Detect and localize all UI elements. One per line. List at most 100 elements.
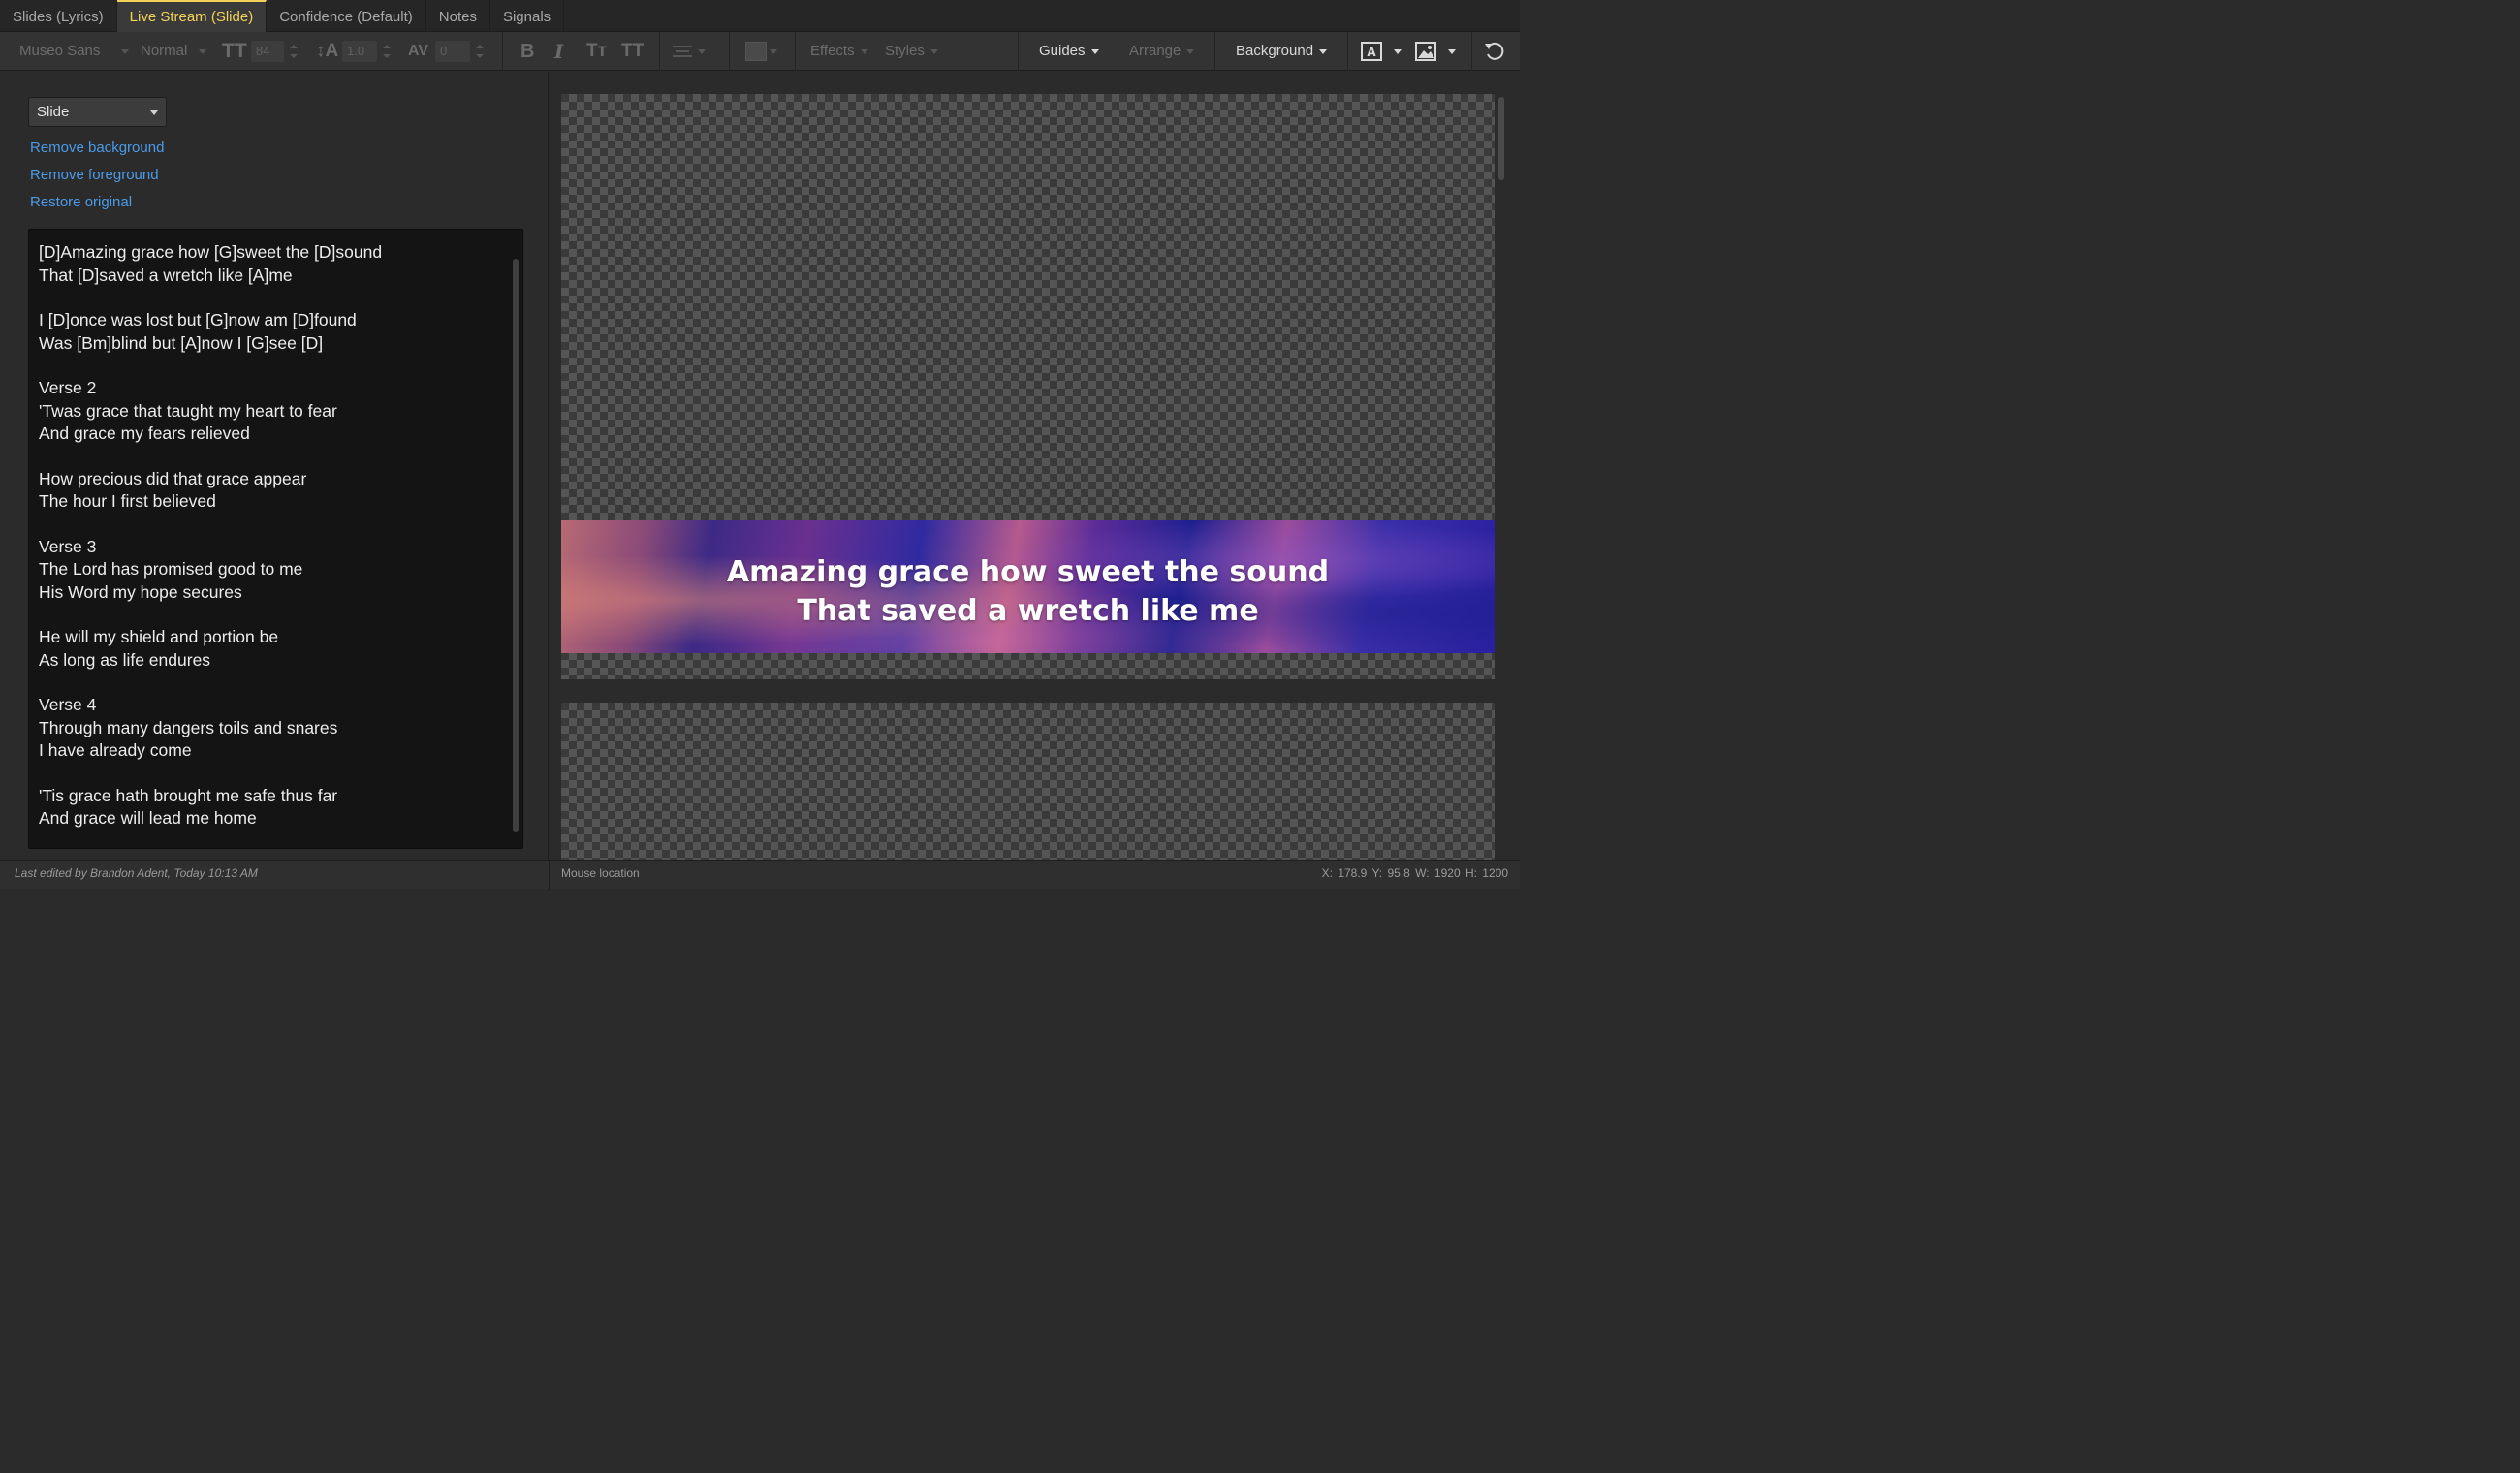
svg-text:A: A [1367,46,1376,59]
tab-confidence-default[interactable]: Confidence (Default) [267,0,426,32]
chevron-down-icon [199,48,207,54]
chevron-down-icon[interactable] [1394,49,1402,54]
lower-third-background[interactable]: Amazing grace how sweet the sound That s… [561,520,1495,653]
background-dropdown[interactable]: Background [1236,32,1328,71]
chevron-down-icon [150,110,158,115]
lyrics-line: I have already come [39,740,192,760]
chevron-down-icon[interactable] [1448,49,1456,54]
chevron-down-icon [1090,48,1099,54]
lyrics-editor[interactable]: [D]Amazing grace how [G]sweet the [D]sou… [28,229,523,849]
text-box-icon: A [1361,42,1382,61]
toolbar-divider [729,32,730,71]
lyrics-line: And grace my fears relieved [39,423,250,443]
chevron-down-icon [698,48,706,54]
effects-label: Effects [810,43,855,59]
chevron-down-icon [929,48,938,54]
toolbar-divider [1018,32,1019,71]
lyrics-line: Verse 2 [39,378,97,397]
lyrics-line: And grace will lead me home [39,808,257,828]
preview-scrollbar[interactable] [1498,97,1504,180]
restore-original-link[interactable]: Restore original [30,194,132,210]
tab-notes[interactable]: Notes [426,0,490,32]
effects-dropdown[interactable]: Effects [810,32,868,71]
lyrics-gap [39,355,504,377]
lyrics-gap [39,672,504,694]
insert-image-button[interactable] [1415,42,1436,61]
lyrics-line: Was [Bm]blind but [A]now I [G]see [D] [39,332,324,353]
image-icon [1415,42,1436,61]
tab-live-stream-slide[interactable]: Live Stream (Slide) [116,0,268,32]
text-box-button[interactable]: A [1361,42,1382,61]
lyrics-line: 'Tis grace hath brought me safe thus far [39,785,338,805]
chevron-down-icon [1319,48,1328,54]
arrange-label: Arrange [1129,43,1181,59]
lyrics-line: The hour I first believed [39,491,216,511]
lyrics-line: Verse 3 [39,536,97,556]
lyrics-scrollbar[interactable] [513,259,519,832]
font-style-label: Normal [141,43,188,59]
lyrics-line: 'Twas grace that taught my heart to fear [39,400,337,421]
lyrics-line: Through many dangers toils and snares [39,717,338,737]
lyrics-gap [39,514,504,536]
lyrics-text[interactable]: [D]Amazing grace how [G]sweet the [D]sou… [39,241,504,831]
slide-text-line-2: That saved a wretch like me [797,594,1259,628]
bold-icon[interactable]: B [520,32,534,71]
italic-icon[interactable]: I [554,32,563,71]
lyrics-line: How precious did that grace appear [39,468,307,488]
slide-preview-area: Amazing grace how sweet the sound That s… [550,72,1520,860]
lyrics-line: As long as life endures [39,649,211,670]
font-style-dropdown[interactable]: Normal [141,32,207,71]
line-height-icon: ↕A [316,41,339,61]
text-color-swatch[interactable] [745,42,767,61]
arrange-dropdown[interactable]: Arrange [1129,32,1195,71]
font-size-input[interactable]: 84 [251,41,284,62]
styles-dropdown[interactable]: Styles [885,32,938,71]
slide-text[interactable]: Amazing grace how sweet the sound That s… [561,553,1495,631]
tab-slides-lyrics[interactable]: Slides (Lyrics) [0,0,117,32]
line-height-stepper[interactable] [383,43,391,60]
status-divider [549,861,550,890]
tab-signals[interactable]: Signals [490,0,565,32]
last-edited-text: Last edited by Brandon Adent, Today 10:1… [15,866,258,880]
chevron-down-icon [1186,48,1195,54]
text-align-dropdown[interactable] [673,32,706,71]
toolbar-divider [502,32,503,71]
all-caps-icon[interactable]: TT [621,32,644,71]
chevron-down-icon [860,48,868,54]
toolbar-divider [1471,32,1472,71]
lyrics-line: His Word my hope secures [39,581,242,602]
toolbar-divider [659,32,660,71]
app-window: Slides (Lyrics) Live Stream (Slide) Conf… [0,0,1520,890]
slide-text-line-1: Amazing grace how sweet the sound [726,555,1330,589]
small-caps-icon[interactable]: Tт [586,32,607,71]
character-spacing-stepper[interactable] [476,43,484,60]
remove-foreground-link[interactable]: Remove foreground [30,167,159,183]
align-center-icon [673,46,692,58]
revert-button[interactable] [1484,41,1505,62]
format-toolbar: Museo Sans Normal TT 84 ↕A 1.0 AV 0 B I … [0,32,1520,71]
slide-canvas[interactable]: Amazing grace how sweet the sound That s… [561,94,1495,679]
revert-icon [1485,42,1504,60]
guides-dropdown[interactable]: Guides [1039,32,1099,71]
font-family-label: Museo Sans [19,43,101,59]
lyrics-line: Verse 4 [39,695,97,714]
lyrics-line: He will my shield and portion be [39,627,279,646]
lyrics-gap [39,446,504,468]
lyrics-line: [D]Amazing grace how [G]sweet the [D]sou… [39,242,383,262]
remove-background-link[interactable]: Remove background [30,140,164,156]
lyrics-gap [39,763,504,785]
lyrics-line: That [D]saved a wretch like [A]me [39,265,293,285]
font-size-icon: TT [222,40,247,62]
font-size-stepper[interactable] [290,43,298,60]
font-family-dropdown[interactable]: Museo Sans [19,32,130,71]
layer-select[interactable]: Slide [28,97,167,127]
line-height-input[interactable]: 1.0 [342,41,377,62]
lyrics-gap [39,604,504,626]
character-spacing-input[interactable]: 0 [435,41,470,62]
next-slide-canvas[interactable] [561,703,1495,860]
left-panel: Slide Remove background Remove foregroun… [0,72,549,860]
styles-label: Styles [885,43,925,59]
background-label: Background [1236,43,1314,59]
mouse-coordinates: X: 178.9 Y: 95.8 W: 1920 H: 1200 [1321,866,1508,880]
tab-bar: Slides (Lyrics) Live Stream (Slide) Conf… [0,0,1520,32]
